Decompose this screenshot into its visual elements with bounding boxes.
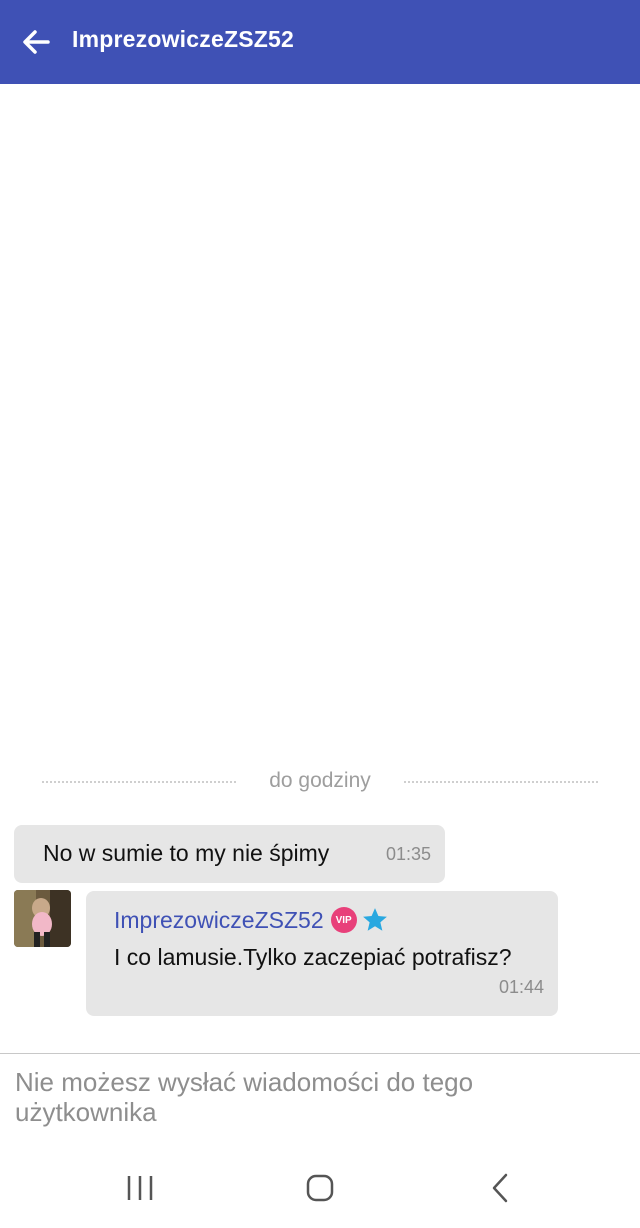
- star-icon: [362, 908, 387, 931]
- message-text: No w sumie to my nie śpimy: [43, 840, 330, 866]
- divider-label: do godziny: [269, 769, 371, 792]
- system-nav-bar: [0, 1148, 640, 1228]
- divider-line-right: [404, 781, 598, 783]
- sender-row: ImprezowiczeZSZ52 VIP: [114, 906, 389, 934]
- avatar[interactable]: [14, 890, 71, 947]
- recent-apps-icon: [127, 1176, 153, 1200]
- recent-apps-button[interactable]: [110, 1168, 170, 1208]
- home-icon: [306, 1174, 334, 1202]
- arrow-left-icon: [23, 30, 50, 54]
- composer-divider: [0, 1053, 640, 1054]
- divider-line-left: [42, 781, 236, 783]
- message-time: 01:35: [385, 844, 431, 864]
- home-button[interactable]: [290, 1168, 350, 1208]
- vip-badge: VIP: [330, 907, 357, 933]
- avatar-image: [14, 890, 71, 947]
- chat-divider: do godziny: [42, 766, 598, 796]
- back-button[interactable]: [14, 22, 58, 62]
- system-back-button[interactable]: [470, 1168, 530, 1208]
- app-bar: ImprezowiczeZSZ52: [0, 0, 640, 84]
- message-time: 01:44: [498, 977, 544, 997]
- message-bubble-outgoing[interactable]: No w sumie to my nie śpimy 01:35: [14, 825, 445, 883]
- page-title: ImprezowiczeZSZ52: [72, 26, 294, 52]
- message-bubble-incoming[interactable]: ImprezowiczeZSZ52 VIP I co lamusie.Tylko…: [86, 891, 558, 1016]
- sender-name[interactable]: ImprezowiczeZSZ52: [114, 907, 324, 934]
- message-text: I co lamusie.Tylko zaczepiać potrafisz?: [114, 944, 512, 970]
- back-icon: [492, 1173, 508, 1203]
- composer-disabled-note: Nie możesz wysłać wiadomości do tego uży…: [15, 1067, 474, 1127]
